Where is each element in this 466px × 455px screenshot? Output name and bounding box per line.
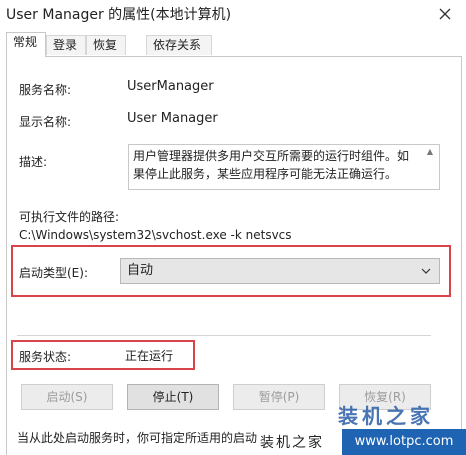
- close-button[interactable]: [432, 2, 458, 26]
- tab-strip: 常规 登录 恢复 依存关系: [6, 32, 460, 57]
- general-tab-panel: 服务名称: UserManager 显示名称: User Manager 描述:…: [6, 56, 462, 455]
- tab-dependencies[interactable]: 依存关系: [146, 35, 212, 55]
- service-name-label: 服务名称:: [19, 83, 72, 97]
- stop-button[interactable]: 停止(T): [127, 384, 219, 410]
- tab-logon[interactable]: 登录: [46, 35, 86, 55]
- startup-type-value: 自动: [127, 263, 154, 278]
- exe-path-label: 可执行文件的路径:: [19, 210, 120, 224]
- display-name-label: 显示名称:: [19, 115, 72, 129]
- close-icon: [439, 8, 451, 20]
- exe-path-value: C:\Windows\system32\svchost.exe -k netsv…: [19, 228, 292, 242]
- service-name-value: UserManager: [127, 79, 214, 94]
- startup-parameters-hint: 当从此处启动服务时，你可指定所适用的启动: [17, 431, 258, 445]
- description-label: 描述:: [19, 155, 48, 169]
- watermark-text: 装机之家: [260, 435, 324, 451]
- section-divider: [17, 335, 431, 336]
- title-bar: User Manager 的属性(本地计算机): [0, 0, 466, 30]
- scroll-up-arrow-icon[interactable]: ▲: [423, 146, 437, 158]
- properties-dialog: User Manager 的属性(本地计算机) 常规 登录 恢复 依存关系 服务…: [0, 0, 466, 455]
- watermark-logo-text: 装机之家: [338, 404, 434, 428]
- tab-recovery[interactable]: 恢复: [86, 35, 126, 55]
- startup-type-select[interactable]: 自动: [120, 258, 440, 284]
- display-name-value: User Manager: [127, 111, 218, 126]
- description-textbox[interactable]: 用户管理器提供多用户交互所需要的运行时组件。如果停止此服务，某些应用程序可能无法…: [128, 144, 440, 190]
- start-button[interactable]: 启动(S): [21, 384, 113, 410]
- window-title: User Manager 的属性(本地计算机): [6, 7, 232, 23]
- chevron-down-icon: [421, 268, 431, 274]
- watermark-banner: 装机之家 www.lotpc.com: [258, 429, 466, 455]
- service-status-label: 服务状态:: [19, 350, 72, 364]
- startup-type-label: 启动类型(E):: [19, 266, 88, 280]
- watermark-url: www.lotpc.com: [342, 429, 466, 455]
- description-text: 用户管理器提供多用户交互所需要的运行时组件。如果停止此服务，某些应用程序可能无法…: [133, 149, 410, 181]
- tab-general[interactable]: 常规: [6, 32, 46, 57]
- pause-button[interactable]: 暂停(P): [233, 384, 325, 410]
- service-status-value: 正在运行: [125, 349, 174, 363]
